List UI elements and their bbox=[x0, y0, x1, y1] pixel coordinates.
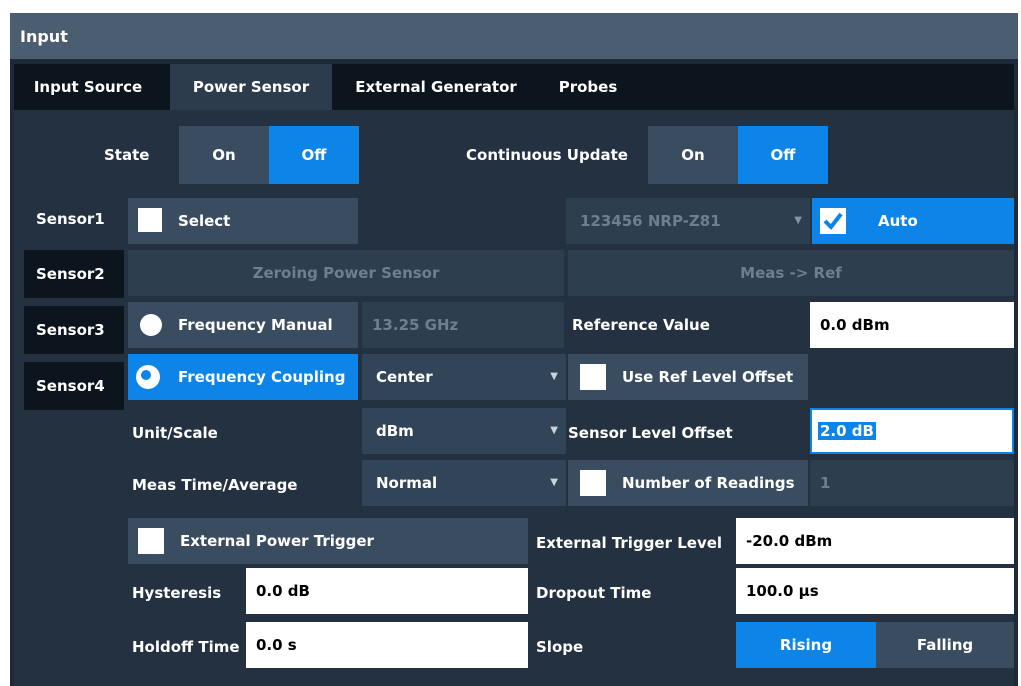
sensor-tab-4[interactable]: Sensor4 bbox=[24, 362, 124, 410]
zeroing-power-sensor-button[interactable]: Zeroing Power Sensor bbox=[128, 250, 564, 296]
frequency-manual-radio-indicator[interactable] bbox=[140, 314, 162, 336]
auto-label: Auto bbox=[878, 212, 918, 230]
state-off-button[interactable]: Off bbox=[269, 126, 359, 184]
unit-scale-label: Unit/Scale bbox=[132, 424, 218, 442]
title-bar bbox=[10, 13, 1018, 59]
tab-input-source[interactable]: Input Source bbox=[14, 64, 162, 110]
use-ref-level-offset-label: Use Ref Level Offset bbox=[622, 368, 794, 386]
use-ref-level-offset-button[interactable]: Use Ref Level Offset bbox=[568, 354, 808, 400]
dropout-time-label: Dropout Time bbox=[536, 584, 652, 602]
external-trigger-level-field[interactable]: -20.0 dBm bbox=[736, 518, 1014, 564]
number-of-readings-label: Number of Readings bbox=[622, 474, 795, 492]
holdoff-time-field[interactable]: 0.0 s bbox=[246, 622, 528, 668]
unit-scale-dropdown[interactable]: dBm ▼ bbox=[362, 408, 566, 454]
number-of-readings-field[interactable]: 1 bbox=[810, 460, 1014, 506]
frequency-coupling-value: Center bbox=[376, 368, 433, 386]
state-on-button[interactable]: On bbox=[179, 126, 269, 184]
number-of-readings-button[interactable]: Number of Readings bbox=[568, 460, 808, 506]
auto-checkbox[interactable] bbox=[820, 208, 846, 234]
hysteresis-label: Hysteresis bbox=[132, 584, 222, 602]
sensor-level-offset-label: Sensor Level Offset bbox=[568, 424, 733, 442]
select-label: Select bbox=[178, 212, 231, 230]
hysteresis-field[interactable]: 0.0 dB bbox=[246, 568, 528, 614]
slope-rising-button[interactable]: Rising bbox=[736, 622, 876, 668]
window-title: Input bbox=[20, 27, 68, 46]
external-power-trigger-label: External Power Trigger bbox=[180, 532, 374, 550]
sensor-model-dropdown[interactable]: 123456 NRP-Z81 ▼ bbox=[566, 198, 810, 244]
chevron-down-icon: ▼ bbox=[794, 215, 802, 226]
reference-value-label: Reference Value bbox=[572, 316, 710, 334]
external-power-trigger-checkbox[interactable] bbox=[138, 528, 164, 554]
frequency-manual-radio[interactable]: Frequency Manual bbox=[128, 302, 358, 348]
continuous-update-label: Continuous Update bbox=[466, 146, 628, 164]
frequency-coupling-dropdown[interactable]: Center ▼ bbox=[362, 354, 566, 400]
frequency-manual-field[interactable]: 13.25 GHz bbox=[362, 302, 564, 348]
chevron-down-icon: ▼ bbox=[550, 425, 558, 436]
frequency-coupling-radio[interactable]: Frequency Coupling bbox=[128, 354, 358, 400]
chevron-down-icon: ▼ bbox=[550, 371, 558, 382]
meas-time-dropdown[interactable]: Normal ▼ bbox=[362, 460, 566, 506]
slope-falling-button[interactable]: Falling bbox=[876, 622, 1014, 668]
reference-value-field[interactable]: 0.0 dBm bbox=[810, 302, 1014, 348]
holdoff-time-label: Holdoff Time bbox=[132, 638, 240, 656]
dropout-time-field[interactable]: 100.0 µs bbox=[736, 568, 1014, 614]
unit-scale-value: dBm bbox=[376, 422, 414, 440]
frequency-manual-label: Frequency Manual bbox=[178, 316, 333, 334]
frequency-coupling-radio-indicator[interactable] bbox=[136, 365, 160, 389]
meas-time-label: Meas Time/Average bbox=[132, 476, 298, 494]
external-power-trigger-button[interactable]: External Power Trigger bbox=[128, 518, 528, 564]
continuous-update-on-button[interactable]: On bbox=[648, 126, 738, 184]
tab-power-sensor[interactable]: Power Sensor bbox=[170, 64, 332, 110]
select-checkbox[interactable] bbox=[138, 208, 162, 232]
sensor-tab-3[interactable]: Sensor3 bbox=[24, 306, 124, 354]
sensor-tab-2[interactable]: Sensor2 bbox=[24, 250, 124, 298]
sensor-model-value: 123456 NRP-Z81 bbox=[580, 212, 721, 230]
meas-ref-button[interactable]: Meas -> Ref bbox=[568, 250, 1014, 296]
sensor-level-offset-value: 2.0 dB bbox=[818, 422, 876, 440]
select-button[interactable]: Select bbox=[128, 198, 358, 244]
sensor-level-offset-field[interactable]: 2.0 dB bbox=[810, 408, 1014, 454]
continuous-update-off-button[interactable]: Off bbox=[738, 126, 828, 184]
auto-button[interactable]: Auto bbox=[812, 198, 1014, 244]
tab-probes[interactable]: Probes bbox=[540, 64, 636, 110]
state-label: State bbox=[104, 146, 150, 164]
number-of-readings-checkbox[interactable] bbox=[580, 470, 606, 496]
checkmark-icon bbox=[823, 212, 843, 231]
frequency-coupling-label: Frequency Coupling bbox=[178, 368, 346, 386]
sensor-tab-1[interactable]: Sensor1 bbox=[24, 194, 128, 244]
chevron-down-icon: ▼ bbox=[550, 477, 558, 488]
external-trigger-level-label: External Trigger Level bbox=[536, 534, 723, 552]
tab-external-generator[interactable]: External Generator bbox=[334, 64, 538, 110]
use-ref-level-offset-checkbox[interactable] bbox=[580, 364, 606, 390]
meas-time-value: Normal bbox=[376, 474, 438, 492]
slope-label: Slope bbox=[536, 638, 584, 656]
